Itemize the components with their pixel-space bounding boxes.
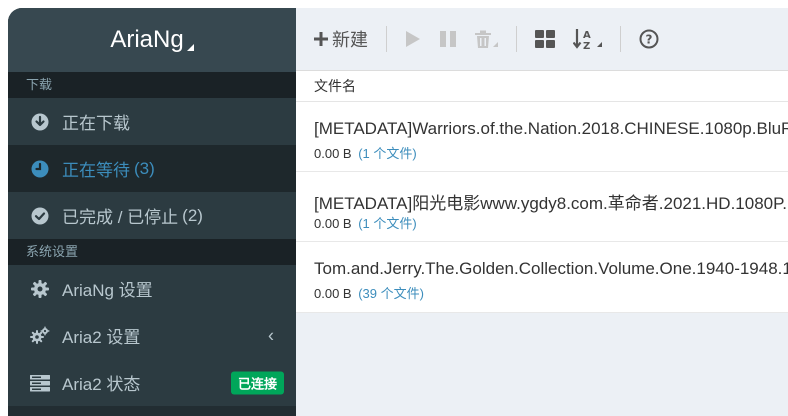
task-size: 0.00 B [314, 286, 352, 301]
dropdown-caret-icon [597, 41, 602, 47]
help-button[interactable]: ? [639, 29, 659, 49]
chevron-left-icon: ‹ [268, 325, 274, 345]
dropdown-caret-icon [493, 41, 498, 47]
nav-item-stopped[interactable]: 已完成 / 已停止 (2) [8, 192, 296, 239]
task-meta: 0.00 B (1 个文件) [314, 213, 417, 232]
nav-item-aria2-settings[interactable]: Aria2 设置 ‹ [8, 312, 296, 359]
connection-status-badge: 已连接 [230, 371, 284, 394]
task-meta: 0.00 B (39 个文件) [314, 283, 424, 302]
main-content: 新建 AZ ? 文件名 [METADATA]Warriors.of.the.Na… [296, 0, 788, 416]
nav-item-count: (3) [134, 158, 155, 178]
toolbar: 新建 AZ ? [296, 8, 788, 71]
gear-icon [30, 279, 50, 299]
section-header-settings: 系统设置 [8, 239, 296, 265]
task-name: [METADATA]Warriors.of.the.Nation.2018.CH… [314, 119, 788, 138]
task-files-link[interactable]: (39 个文件) [358, 286, 424, 301]
play-icon [405, 30, 421, 48]
nav-item-count: (2) [182, 205, 203, 225]
nav-item-label: Aria2 设置 [62, 328, 141, 347]
toolbar-divider [516, 26, 517, 52]
column-header-filename[interactable]: 文件名 [296, 71, 788, 102]
task-meta: 0.00 B (1 个文件) [314, 143, 417, 162]
toolbar-divider [620, 26, 621, 52]
plus-icon [314, 32, 328, 46]
help-icon: ? [639, 29, 659, 49]
section-header-download: 下载 [8, 72, 296, 98]
start-button[interactable] [405, 30, 421, 48]
nav-item-waiting[interactable]: 正在等待 (3) [8, 145, 296, 192]
grid-icon [535, 30, 555, 48]
svg-text:A: A [583, 30, 591, 41]
brand-title: AriaNg [110, 26, 184, 53]
brand-header[interactable]: AriaNg [8, 8, 296, 72]
task-row[interactable]: Tom.and.Jerry.The.Golden.Collection.Volu… [296, 242, 788, 313]
svg-text:Z: Z [583, 41, 590, 50]
nav-item-aria2-status[interactable]: Aria2 状态 已连接 [8, 359, 296, 406]
server-icon [30, 373, 50, 393]
gears-icon [30, 326, 50, 346]
toolbar-divider [386, 26, 387, 52]
nav-item-label: 正在下载 [62, 114, 130, 133]
task-name: Tom.and.Jerry.The.Golden.Collection.Volu… [314, 259, 788, 278]
pause-icon [439, 30, 457, 48]
sort-button[interactable]: AZ [573, 28, 602, 50]
nav-item-label: Aria2 状态 [62, 375, 141, 394]
download-icon [30, 112, 50, 132]
task-size: 0.00 B [314, 146, 352, 161]
task-files-link[interactable]: (1 个文件) [358, 216, 417, 231]
sort-alpha-icon: AZ [573, 28, 595, 50]
check-circle-icon [30, 206, 50, 226]
task-row[interactable]: [METADATA]阳光电影www.ygdy8.com.革命者.2021.HD.… [296, 172, 788, 242]
new-task-button[interactable]: 新建 [314, 26, 368, 52]
new-task-label: 新建 [332, 30, 368, 50]
nav-item-downloading[interactable]: 正在下载 [8, 98, 296, 145]
task-files-link[interactable]: (1 个文件) [358, 146, 417, 161]
nav-item-label: 正在等待 [62, 161, 130, 180]
content-background [296, 313, 788, 416]
nav-item-label: 已完成 / 已停止 [62, 208, 179, 227]
pause-button[interactable] [439, 30, 457, 48]
display-mode-button[interactable] [535, 30, 555, 48]
task-row[interactable]: [METADATA]Warriors.of.the.Nation.2018.CH… [296, 102, 788, 172]
trash-icon [475, 30, 491, 48]
brand-caret-icon [186, 43, 194, 51]
delete-button[interactable] [475, 30, 498, 48]
clock-icon [30, 159, 50, 179]
sidebar: AriaNg 下载 正在下载 正在等待 (3) 已完成 / 已停止 (2) 系统… [8, 8, 296, 416]
task-name: [METADATA]阳光电影www.ygdy8.com.革命者.2021.HD.… [314, 194, 787, 213]
nav-item-ariang-settings[interactable]: AriaNg 设置 [8, 265, 296, 312]
svg-text:?: ? [646, 33, 653, 47]
task-size: 0.00 B [314, 216, 352, 231]
nav-item-label: AriaNg 设置 [62, 281, 153, 300]
